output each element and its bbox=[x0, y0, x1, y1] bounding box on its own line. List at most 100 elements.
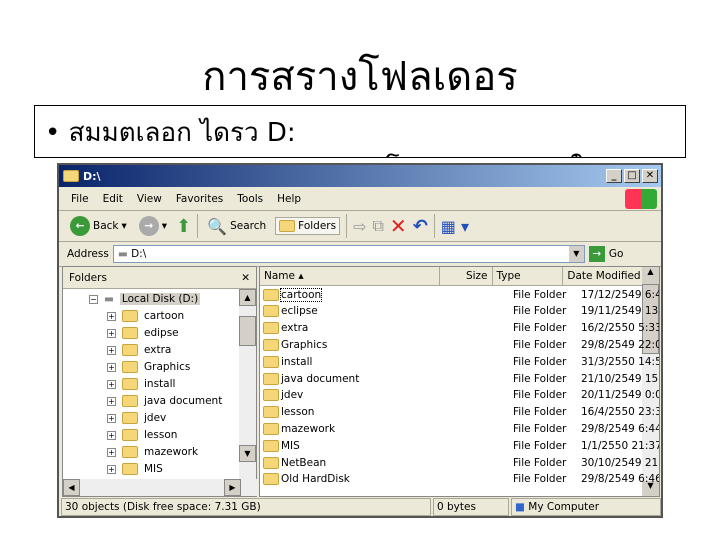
folder-icon bbox=[122, 361, 138, 373]
address-label: Address bbox=[67, 248, 109, 260]
column-size[interactable]: Size bbox=[439, 267, 493, 286]
folder-icon bbox=[122, 344, 138, 356]
address-input[interactable]: ▬ D:\ ▼ bbox=[112, 245, 585, 263]
expand-icon[interactable]: + bbox=[107, 430, 116, 440]
forward-arrow-icon: → bbox=[138, 216, 159, 236]
status-location: ■ My Computer bbox=[511, 498, 661, 516]
views-icon[interactable]: ▦ ▾ bbox=[441, 217, 469, 236]
undo-icon[interactable]: ↶ bbox=[413, 216, 428, 237]
tree-item[interactable]: + install bbox=[107, 376, 175, 392]
menu-edit[interactable]: Edit bbox=[103, 193, 123, 205]
folder-icon bbox=[263, 322, 279, 335]
column-type[interactable]: Type bbox=[492, 267, 564, 286]
collapse-icon[interactable]: − bbox=[89, 294, 98, 304]
chevron-down-icon[interactable]: ▼ bbox=[568, 246, 584, 262]
tree-item[interactable]: + edipse bbox=[107, 325, 179, 341]
table-row[interactable]: Old HardDisk File Folder 29/8/2549 6:46 bbox=[260, 471, 659, 488]
menu-favorites[interactable]: Favorites bbox=[176, 193, 223, 205]
forward-button[interactable]: → ▾ bbox=[136, 214, 170, 238]
table-row[interactable]: install File Folder 31/3/2550 14:59 bbox=[260, 353, 659, 370]
row-date: 29/8/2549 6:44 bbox=[581, 422, 660, 435]
table-row[interactable]: MIS File Folder 1/1/2550 21:37 bbox=[260, 437, 659, 454]
expand-icon[interactable]: + bbox=[107, 396, 116, 406]
back-button[interactable]: ← Back ▾ bbox=[67, 214, 130, 238]
expand-icon[interactable]: + bbox=[107, 362, 116, 372]
row-type: File Folder bbox=[513, 422, 567, 435]
tree-item[interactable]: + cartoon bbox=[107, 308, 184, 324]
row-date: 16/4/2550 23:37 bbox=[581, 406, 660, 419]
divider bbox=[346, 214, 348, 238]
tree-item[interactable]: + java document bbox=[107, 393, 222, 409]
table-row[interactable]: NetBean File Folder 30/10/2549 21:27 bbox=[260, 454, 659, 471]
table-row[interactable]: jdev File Folder 20/11/2549 0:08 bbox=[260, 387, 660, 404]
delete-icon[interactable]: ✕ bbox=[390, 214, 407, 238]
expand-icon[interactable]: + bbox=[107, 311, 116, 321]
table-row[interactable]: extra File Folder 16/2/2550 5:33 bbox=[260, 320, 659, 337]
tree-item-label: MIS bbox=[144, 463, 163, 475]
row-name: MIS bbox=[281, 439, 300, 452]
table-row[interactable]: cartoon File Folder 17/12/2549 6:44 bbox=[260, 286, 659, 303]
expand-icon[interactable]: + bbox=[107, 447, 116, 457]
search-button[interactable]: 🔍 Search bbox=[204, 215, 269, 238]
table-row[interactable]: mazework File Folder 29/8/2549 6:44 bbox=[260, 420, 660, 437]
row-date: 30/10/2549 21:27 bbox=[581, 456, 659, 469]
tree-root[interactable]: − ▬ Local Disk (D:) bbox=[89, 291, 201, 307]
menu-file[interactable]: File bbox=[71, 193, 89, 205]
row-date: 19/11/2549 13:20 bbox=[581, 305, 659, 318]
folder-icon bbox=[263, 389, 279, 402]
move-to-icon[interactable]: ⇨ bbox=[353, 217, 366, 236]
maximize-button[interactable]: □ bbox=[624, 169, 640, 183]
tree-item[interactable]: + Graphics bbox=[107, 359, 190, 375]
horizontal-scrollbar[interactable]: ◀ ▶ bbox=[63, 479, 258, 496]
row-name: extra bbox=[281, 322, 309, 335]
folders-icon bbox=[279, 220, 296, 232]
tree-item[interactable]: + lesson bbox=[107, 427, 177, 443]
back-label: Back bbox=[93, 220, 119, 232]
file-list: Name ▴ Size Type Date Modified ▲ ▼ cartoo… bbox=[259, 266, 660, 497]
vertical-scrollbar[interactable]: ▲ ▼ bbox=[239, 289, 256, 479]
go-arrow-icon[interactable]: → bbox=[588, 246, 605, 262]
row-name: jdev bbox=[281, 389, 304, 402]
row-type: File Folder bbox=[513, 305, 567, 318]
expand-icon[interactable]: + bbox=[107, 464, 116, 474]
row-type: File Folder bbox=[513, 372, 567, 385]
row-type: File Folder bbox=[513, 456, 567, 469]
row-date: 21/10/2549 15:57 bbox=[581, 372, 659, 385]
menu-tools[interactable]: Tools bbox=[237, 193, 263, 205]
folder-icon bbox=[263, 406, 279, 419]
row-date: 29/8/2549 22:06 bbox=[581, 338, 660, 351]
folder-tree: − ▬ Local Disk (D:) + cartoon + edipse + extra +… bbox=[63, 289, 256, 479]
folder-icon bbox=[263, 305, 279, 318]
table-row[interactable]: lesson File Folder 16/4/2550 23:37 bbox=[260, 404, 660, 421]
table-row[interactable]: Graphics File Folder 29/8/2549 22:06 bbox=[260, 336, 660, 353]
table-row[interactable]: eclipse File Folder 19/11/2549 13:20 bbox=[260, 303, 659, 320]
close-button[interactable]: ✕ bbox=[642, 169, 658, 183]
folder-icon bbox=[63, 170, 79, 182]
minimize-button[interactable]: _ bbox=[606, 169, 622, 183]
computer-icon: ■ bbox=[515, 501, 525, 513]
expand-icon[interactable]: + bbox=[107, 345, 116, 355]
table-row[interactable]: java document File Folder 21/10/2549 15:57 bbox=[260, 370, 659, 387]
menu-bar: File Edit View Favorites Tools Help bbox=[59, 187, 661, 211]
folders-button[interactable]: Folders bbox=[275, 217, 341, 235]
row-date: 20/11/2549 0:08 bbox=[581, 389, 660, 402]
close-icon[interactable]: ✕ bbox=[241, 272, 250, 284]
row-name: lesson bbox=[281, 406, 315, 419]
go-button[interactable]: Go bbox=[609, 248, 624, 260]
menu-view[interactable]: View bbox=[137, 193, 162, 205]
column-name[interactable]: Name ▴ bbox=[260, 267, 440, 286]
tree-item[interactable]: + jdev bbox=[107, 410, 166, 426]
expand-icon[interactable]: + bbox=[107, 413, 116, 423]
copy-to-icon[interactable]: ⧉ bbox=[372, 216, 383, 236]
folder-icon bbox=[263, 288, 279, 301]
row-type: File Folder bbox=[513, 406, 567, 419]
tree-item[interactable]: + MIS bbox=[107, 461, 163, 477]
expand-icon[interactable]: + bbox=[107, 328, 116, 338]
tree-item[interactable]: + mazework bbox=[107, 444, 198, 460]
tree-item-label: Graphics bbox=[144, 361, 191, 373]
folder-icon bbox=[122, 463, 138, 475]
up-folder-icon[interactable]: ⬆ bbox=[176, 216, 191, 237]
menu-help[interactable]: Help bbox=[277, 193, 301, 205]
expand-icon[interactable]: + bbox=[107, 379, 116, 389]
tree-item[interactable]: + extra bbox=[107, 342, 171, 358]
